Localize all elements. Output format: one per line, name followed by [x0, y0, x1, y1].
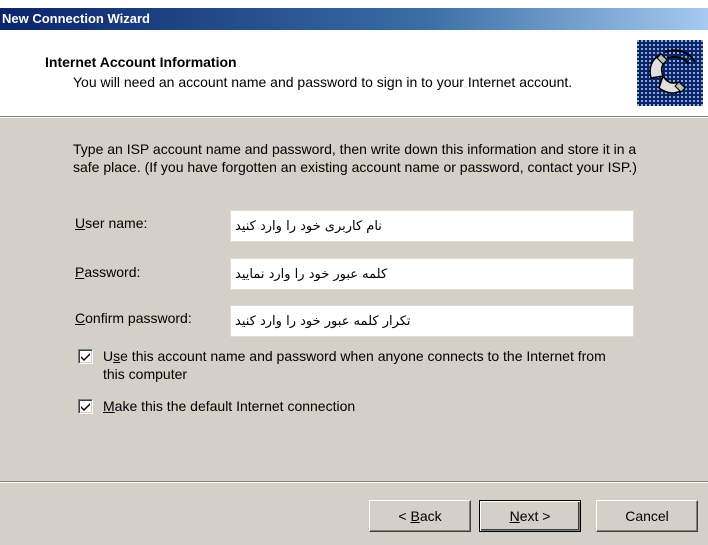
use-account-checkbox[interactable] [78, 349, 93, 364]
username-mnemonic: U [75, 215, 86, 231]
password-label: Password: [75, 264, 140, 280]
username-label-text: ser name: [85, 215, 148, 231]
password-field[interactable]: کلمه عبور خود را وارد نمایید [230, 258, 634, 290]
checkmark-icon [81, 353, 90, 361]
username-field[interactable]: نام کاربری خود را وارد کنید [230, 210, 634, 242]
back-button-arrow: < [398, 508, 411, 524]
header-title: Internet Account Information [45, 54, 237, 70]
default-connection-text: ake this the default Internet connection [114, 398, 356, 414]
footer-separator-highlight [0, 482, 708, 483]
confirm-password-label: Confirm password: [75, 310, 192, 326]
top-strip [0, 0, 708, 8]
confirm-password-field[interactable]: تکرار کلمه عبور خود را وارد کنید [230, 305, 634, 337]
window-title: New Connection Wizard [2, 11, 150, 26]
instructions-line-1: Type an ISP account name and password, t… [73, 141, 637, 157]
use-account-pre: U [103, 348, 114, 364]
confirm-password-value: تکرار کلمه عبور خود را وارد کنید [235, 314, 411, 329]
username-value: نام کاربری خود را وارد کنید [235, 219, 382, 234]
default-connection-label[interactable]: Make this the default Internet connectio… [103, 397, 355, 415]
header-subtitle: You will need an account name and passwo… [73, 74, 573, 90]
use-account-text-line2: this computer [103, 366, 188, 382]
wizard-window: New Connection Wizard Internet Account I… [0, 0, 708, 545]
next-button-label: ext > [519, 508, 551, 524]
instructions-line-2: safe place. (If you have forgotten an ex… [73, 159, 637, 175]
next-button-mnemonic: N [509, 508, 520, 524]
password-value: کلمه عبور خود را وارد نمایید [235, 267, 388, 282]
back-button-label: ack [419, 508, 442, 524]
wizard-header: Internet Account Information You will ne… [0, 30, 708, 117]
use-account-text: e this account name and password when an… [120, 348, 606, 364]
title-bar[interactable]: New Connection Wizard [0, 8, 708, 30]
username-label: User name: [75, 215, 147, 231]
password-mnemonic: P [75, 264, 85, 280]
instructions-text: Type an ISP account name and password, t… [73, 140, 703, 176]
password-label-text: assword: [84, 264, 141, 280]
next-button[interactable]: Next > [479, 500, 581, 532]
confirm-mnemonic: C [75, 310, 86, 326]
header-separator [0, 117, 708, 118]
checkmark-icon [81, 403, 90, 411]
default-connection-mnemonic: M [103, 398, 115, 414]
default-connection-checkbox[interactable] [78, 399, 93, 414]
confirm-label-text: onfirm password: [85, 310, 192, 326]
cancel-button[interactable]: Cancel [596, 500, 698, 532]
back-button[interactable]: < Back [369, 500, 471, 532]
use-account-label[interactable]: Use this account name and password when … [103, 347, 606, 383]
back-button-mnemonic: B [410, 508, 420, 524]
wizard-phone-icon [637, 40, 703, 106]
cancel-button-label: Cancel [625, 508, 669, 524]
